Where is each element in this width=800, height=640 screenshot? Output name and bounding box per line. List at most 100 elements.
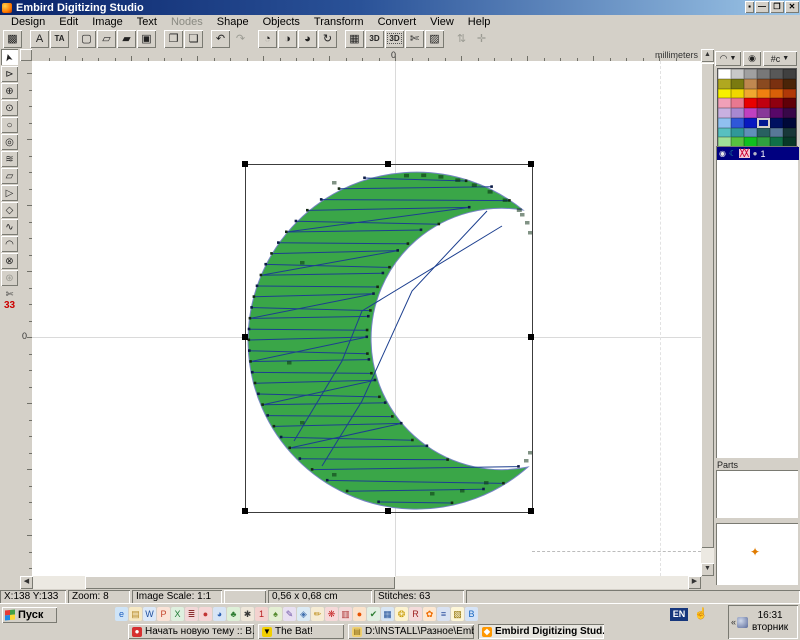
thread-spool-button[interactable]: ◉ bbox=[743, 51, 761, 66]
palette-swatch[interactable] bbox=[718, 79, 731, 89]
quick-launch-icon-24[interactable]: ≡ bbox=[437, 607, 450, 621]
quick-launch-icon-19[interactable]: ✔ bbox=[367, 607, 380, 621]
palette-swatch[interactable] bbox=[744, 89, 757, 99]
task-button-4[interactable]: ◆Embird Digitizing Stud... bbox=[478, 624, 604, 639]
density-button[interactable]: ◑ bbox=[278, 30, 297, 48]
task-button-3[interactable]: ▤D:\INSTALL\Разное\Embird bbox=[348, 624, 474, 639]
scroll-up-button[interactable]: ▲ bbox=[701, 49, 714, 62]
palette-swatch[interactable] bbox=[718, 98, 731, 108]
design-canvas[interactable] bbox=[32, 61, 701, 576]
palette-swatch[interactable] bbox=[731, 108, 744, 118]
palette-swatch[interactable] bbox=[744, 128, 757, 138]
text-button[interactable]: A bbox=[30, 30, 49, 48]
quick-launch-icon-10[interactable]: ✱ bbox=[241, 607, 254, 621]
palette-swatch[interactable] bbox=[783, 69, 796, 79]
palette-swatch[interactable] bbox=[731, 69, 744, 79]
delete-shape-tool[interactable]: ⊗ bbox=[1, 253, 18, 269]
selection-handle[interactable] bbox=[385, 508, 391, 514]
menu-transform[interactable]: Transform bbox=[307, 16, 371, 28]
tray-chevron-icon[interactable]: « bbox=[731, 617, 736, 627]
minimize-button[interactable]: — bbox=[755, 1, 769, 13]
palette-swatch[interactable] bbox=[783, 108, 796, 118]
quick-launch-icon-17[interactable]: ▥ bbox=[339, 607, 352, 621]
palette-swatch[interactable] bbox=[757, 118, 770, 128]
hatch-fill-tool[interactable]: ≋ bbox=[1, 151, 18, 167]
quick-launch-icon-8[interactable]: ◕ bbox=[213, 607, 226, 621]
quick-launch-icon-16[interactable]: ❋ bbox=[325, 607, 338, 621]
palette-swatch[interactable] bbox=[770, 89, 783, 99]
quick-launch-icon-1[interactable]: e bbox=[115, 607, 128, 621]
open-button[interactable]: ▱ bbox=[97, 30, 116, 48]
quick-launch-icon-9[interactable]: ♣ bbox=[227, 607, 240, 621]
design-browser-button[interactable]: ▩ bbox=[3, 30, 22, 48]
select-tool[interactable]: ➤ bbox=[1, 49, 18, 65]
selection-handle[interactable] bbox=[385, 161, 391, 167]
quick-launch-icon-14[interactable]: ◈ bbox=[297, 607, 310, 621]
fill-shape-tool[interactable]: ○ bbox=[1, 117, 18, 133]
menu-shape[interactable]: Shape bbox=[210, 16, 256, 28]
quick-launch-icon-22[interactable]: R bbox=[409, 607, 422, 621]
quick-launch-icon-20[interactable]: ▦ bbox=[381, 607, 394, 621]
palette-swatch[interactable] bbox=[757, 69, 770, 79]
pointer-hand-icon[interactable]: ☝ bbox=[694, 607, 708, 620]
column-tool[interactable]: ▱ bbox=[1, 168, 18, 184]
regenerate-button[interactable]: ↻ bbox=[318, 30, 337, 48]
palette-swatch[interactable] bbox=[770, 69, 783, 79]
menu-edit[interactable]: Edit bbox=[52, 16, 85, 28]
palette-swatch[interactable] bbox=[783, 118, 796, 128]
selection-handle[interactable] bbox=[528, 508, 534, 514]
selection-handle[interactable] bbox=[242, 508, 248, 514]
palette-swatch[interactable] bbox=[757, 79, 770, 89]
view-3d-grid-button[interactable]: 3D bbox=[385, 30, 404, 48]
selection-handle[interactable] bbox=[242, 161, 248, 167]
canvas-vscrollbar[interactable]: ▲ ▼ bbox=[701, 49, 714, 576]
menu-help[interactable]: Help bbox=[461, 16, 498, 28]
restore-button[interactable]: ❐ bbox=[770, 1, 784, 13]
palette-swatch[interactable] bbox=[770, 98, 783, 108]
quick-launch-icon-6[interactable]: ≣ bbox=[185, 607, 198, 621]
palette-swatch[interactable] bbox=[718, 89, 731, 99]
outline-shape-tool[interactable]: ◎ bbox=[1, 134, 18, 150]
manual-stitch-tool[interactable]: ∿ bbox=[1, 219, 18, 235]
object-list-item-selected[interactable]: ◉ ☾ ╳╳ ● 1 bbox=[717, 147, 799, 160]
window-extra-button[interactable]: ▪ bbox=[745, 1, 754, 13]
palette-swatch[interactable] bbox=[731, 118, 744, 128]
text-art-button[interactable]: TA bbox=[50, 30, 69, 48]
close-button[interactable]: ✕ bbox=[785, 1, 799, 13]
quick-launch-icon-2[interactable]: ▤ bbox=[129, 607, 142, 621]
image-button[interactable]: ▨ bbox=[425, 30, 444, 48]
palette-swatch[interactable] bbox=[744, 98, 757, 108]
zoom-actual-tool[interactable]: ⊙ bbox=[1, 100, 18, 116]
palette-swatch[interactable] bbox=[757, 128, 770, 138]
freehand-tool[interactable]: ◇ bbox=[1, 202, 18, 218]
scroll-right-button[interactable]: ▶ bbox=[688, 576, 701, 589]
palette-swatch[interactable] bbox=[731, 89, 744, 99]
menu-design[interactable]: Design bbox=[4, 16, 52, 28]
palette-swatch[interactable] bbox=[770, 108, 783, 118]
quick-launch-icon-11[interactable]: 1 bbox=[255, 607, 268, 621]
palette-swatch[interactable] bbox=[783, 128, 796, 138]
selection-handle[interactable] bbox=[528, 161, 534, 167]
visibility-eye-icon[interactable]: ◉ bbox=[719, 147, 726, 160]
palette-swatch[interactable] bbox=[744, 79, 757, 89]
parts-list[interactable] bbox=[716, 470, 798, 518]
import-button[interactable]: ▰ bbox=[117, 30, 136, 48]
canvas-hscrollbar[interactable]: ◀ ▶ bbox=[20, 576, 701, 589]
arc-tool[interactable]: ◠ bbox=[1, 236, 18, 252]
quick-launch-icon-26[interactable]: B bbox=[465, 607, 478, 621]
language-indicator[interactable]: EN bbox=[670, 608, 688, 621]
palette-swatch[interactable] bbox=[718, 108, 731, 118]
quick-launch-icon-7[interactable]: ● bbox=[199, 607, 212, 621]
scroll-left-button[interactable]: ◀ bbox=[20, 576, 33, 589]
quick-launch-icon-4[interactable]: P bbox=[157, 607, 170, 621]
scroll-down-button[interactable]: ▼ bbox=[701, 563, 714, 576]
edit-nodes-tool[interactable]: ⊳ bbox=[1, 66, 18, 82]
task-button-2[interactable]: ▼The Bat! bbox=[258, 624, 344, 639]
palette-swatch[interactable] bbox=[770, 79, 783, 89]
clock-time[interactable]: 16:31 bbox=[758, 610, 783, 621]
palette-swatch[interactable] bbox=[783, 89, 796, 99]
quick-launch-icon-13[interactable]: ✎ bbox=[283, 607, 296, 621]
palette-swatch[interactable] bbox=[718, 118, 731, 128]
view-3d-button[interactable]: 3D bbox=[365, 30, 384, 48]
vscroll-thumb[interactable] bbox=[701, 63, 714, 548]
